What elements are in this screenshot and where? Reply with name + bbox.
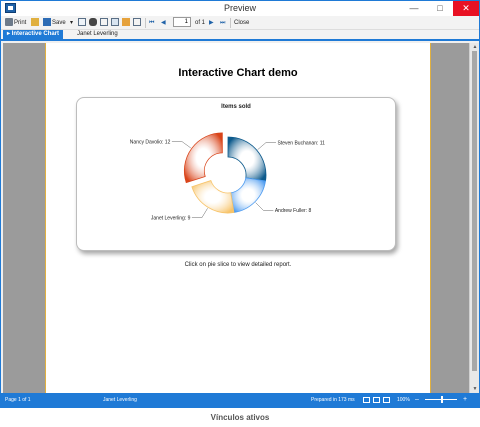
page-setup-button[interactable] — [111, 18, 120, 28]
report-page: Interactive Chart demo Items sold Steven… — [45, 43, 431, 393]
pie-slice-janet-leverling[interactable] — [191, 180, 235, 214]
chart-container: Items sold Steven Buchanan: 11 Andrew Ful… — [76, 97, 396, 251]
pie-label-leader — [255, 202, 274, 211]
zoom-slider-thumb[interactable] — [441, 396, 443, 403]
page-count: of 1 — [195, 20, 206, 26]
minimize-button[interactable]: — — [401, 1, 427, 16]
preview-window: Preview — □ ✕ Print Save ▾ ⏮ ◀ 1 of 1 ▶ … — [0, 0, 480, 408]
page-width-view-icon[interactable] — [383, 397, 390, 403]
tab-label: Interactive Chart — [11, 31, 60, 37]
scrollbar-thumb[interactable] — [472, 51, 477, 371]
report-viewport: Interactive Chart demo Items sold Steven… — [3, 43, 469, 393]
pie-slice-steven-buchanan[interactable] — [227, 136, 267, 182]
tab-bar: ▸ Interactive Chart Janet Leverling — [1, 30, 479, 41]
pie-label-leader — [171, 141, 191, 149]
chevron-down-icon: ▾ — [70, 20, 74, 26]
save-label: Save — [52, 20, 66, 26]
scroll-up-icon[interactable]: ▲ — [471, 44, 479, 50]
toolbar-separator — [230, 18, 231, 28]
vertical-scrollbar[interactable]: ▲ ▼ — [469, 43, 479, 393]
toolbar: Print Save ▾ ⏮ ◀ 1 of 1 ▶ ⏭ Close — [1, 16, 479, 30]
title-bar: Preview — □ ✕ — [1, 1, 479, 16]
zoom-in-icon[interactable]: + — [463, 393, 467, 407]
tab-interactive-chart[interactable]: ▸ Interactive Chart — [3, 30, 64, 39]
pie-data-label: Nancy Davolio: 12 — [130, 139, 171, 145]
save-icon — [43, 18, 51, 27]
pie-slice-nancy-davolio[interactable] — [183, 132, 223, 184]
last-page-button[interactable]: ⏭ — [220, 18, 225, 28]
status-page: Page 1 of 1 — [5, 397, 31, 403]
outline-icon — [100, 18, 108, 27]
watermark-button[interactable] — [133, 18, 142, 28]
report-hint: Click on pie slice to view detailed repo… — [184, 262, 292, 268]
next-page-icon: ▶ — [209, 20, 214, 26]
open-button[interactable] — [31, 18, 40, 28]
single-page-view-icon[interactable] — [363, 397, 370, 403]
status-bar: Page 1 of 1 Janet Leverling Prepared in … — [1, 393, 479, 407]
pie-data-label: Andrew Fuller: 8 — [275, 208, 312, 214]
close-button[interactable]: Close — [234, 18, 249, 28]
printer-icon — [5, 18, 13, 27]
status-prepared: Prepared in 173 ms — [311, 397, 355, 403]
first-page-icon: ⏮ — [149, 20, 155, 26]
close-window-button[interactable]: ✕ — [453, 1, 479, 16]
multi-page-view-icon[interactable] — [373, 397, 380, 403]
print-button[interactable]: Print — [5, 18, 26, 28]
email-button[interactable] — [78, 18, 87, 28]
pie-label-leader — [257, 142, 277, 150]
next-page-button[interactable]: ▶ — [209, 18, 214, 28]
folder-icon — [31, 18, 39, 27]
maximize-button[interactable]: □ — [427, 1, 453, 16]
last-page-icon: ⏭ — [220, 20, 226, 26]
pie-data-label: Janet Leverling: 9 — [151, 215, 191, 221]
scroll-down-icon[interactable]: ▼ — [471, 386, 479, 392]
binoculars-icon — [89, 18, 97, 27]
watermark-icon — [133, 18, 141, 27]
pie-chart: Steven Buchanan: 11 Andrew Fuller: 8 Janet… — [130, 132, 326, 221]
tab-janet-leverling[interactable]: Janet Leverling — [73, 30, 122, 39]
zoom-out-icon[interactable]: – — [415, 393, 419, 407]
report-title: Interactive Chart demo — [178, 67, 298, 79]
print-label: Print — [14, 20, 27, 26]
zoom-level: 100% — [397, 397, 410, 403]
save-dropdown-button[interactable]: ▾ — [70, 18, 73, 28]
prev-page-icon: ◀ — [161, 20, 166, 26]
edit-button[interactable] — [122, 18, 131, 28]
pencil-icon — [122, 18, 130, 27]
pie-label-leader — [191, 208, 208, 218]
first-page-button[interactable]: ⏮ — [149, 18, 154, 28]
envelope-icon — [78, 18, 86, 27]
status-report-name: Janet Leverling — [103, 397, 137, 403]
toolbar-separator — [145, 18, 146, 28]
prev-page-button[interactable]: ◀ — [161, 18, 166, 28]
page-number-input[interactable]: 1 — [173, 17, 191, 27]
caption: Vínculos ativos — [210, 413, 270, 422]
save-button[interactable]: Save — [43, 18, 66, 28]
pie-data-label: Steven Buchanan: 11 — [278, 140, 326, 146]
outline-button[interactable] — [100, 18, 109, 28]
page-setup-icon — [111, 18, 119, 27]
find-button[interactable] — [89, 18, 98, 28]
